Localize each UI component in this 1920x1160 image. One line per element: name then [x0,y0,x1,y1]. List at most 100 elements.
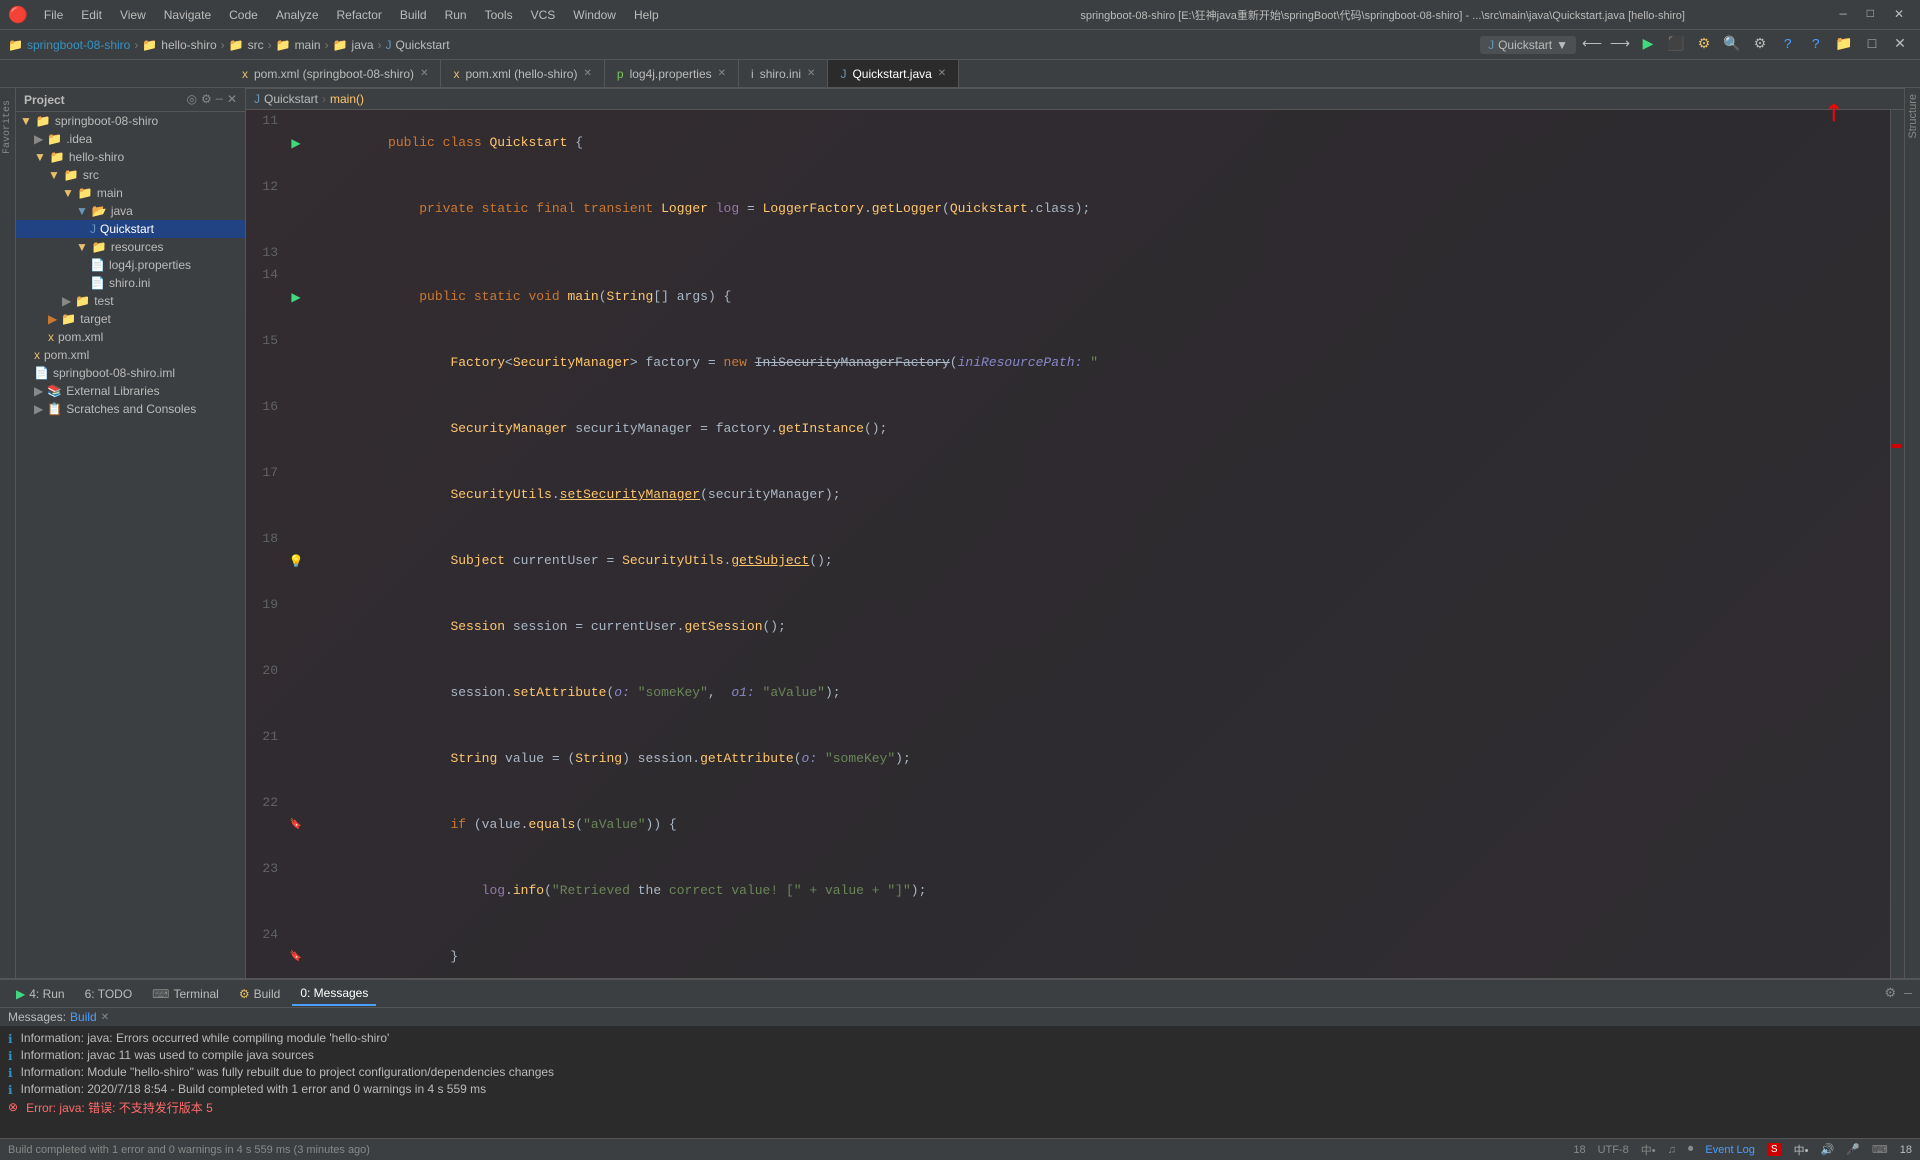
help2-button[interactable]: ? [1804,33,1828,57]
restore-button[interactable]: □ [1860,33,1884,57]
breadcrumb-quickstart[interactable]: Quickstart [264,92,318,106]
collapse-icon[interactable]: — [216,92,223,107]
close-sidebar-icon[interactable]: ✕ [227,92,237,107]
mic-icon[interactable]: ♫ [1668,1144,1676,1156]
tree-item-extlibs[interactable]: ▶ 📚 External Libraries [16,382,245,400]
menu-edit[interactable]: Edit [73,6,110,24]
tree-item-quickstart[interactable]: J Quickstart [16,220,245,238]
menu-window[interactable]: Window [565,6,624,24]
terminal-tab[interactable]: ⌨ Terminal [144,983,227,1005]
tree-item-java[interactable]: ▼ 📂 java [16,202,245,220]
input-mode-status[interactable]: 中• [1641,1142,1656,1158]
menu-tools[interactable]: Tools [477,6,521,24]
tree-item-resources[interactable]: ▼ 📁 resources [16,238,245,256]
tree-item-root[interactable]: ▼ 📁 springboot-08-shiro [16,112,245,130]
event-log-link[interactable]: Event Log [1705,1144,1755,1156]
tree-item-scratches[interactable]: ▶ 📋 Scratches and Consoles [16,400,245,418]
tab-close-icon4[interactable]: ✕ [807,68,815,79]
menu-code[interactable]: Code [221,6,266,24]
tab-close-icon3[interactable]: ✕ [718,68,726,79]
project-label[interactable]: springboot-08-shiro [27,38,130,52]
tab-pom-hello[interactable]: x pom.xml (hello-shiro) ✕ [441,60,604,87]
close-nav-button[interactable]: ✕ [1888,33,1912,57]
tab-label3: log4j.properties [630,67,712,81]
todo-tab[interactable]: 6: TODO [77,983,141,1005]
encoding-status[interactable]: UTF-8 [1598,1144,1629,1156]
stop-button[interactable]: ⬛ [1664,33,1688,57]
tree-item-idea[interactable]: ▶ 📁 .idea [16,130,245,148]
folder-main-icon: 📁 [78,186,93,200]
record-icon[interactable]: ⏺ [1688,1143,1694,1156]
run-arrow-11: ▶ [291,136,300,151]
tab-close-icon[interactable]: ✕ [420,68,428,79]
tab-pom-springboot[interactable]: x pom.xml (springboot-08-shiro) ✕ [230,60,441,87]
build-tab[interactable]: ⚙ Build [231,983,288,1005]
tree-item-test[interactable]: ▶ 📁 test [16,292,245,310]
run-button[interactable]: ▶ [1636,33,1660,57]
navigate-back-button[interactable]: ⟵ [1580,33,1604,57]
tree-item-target[interactable]: ▶ 📁 target [16,310,245,328]
code-content[interactable]: J Quickstart › main() 11 ▶ public class … [246,88,1904,978]
run-config-selector[interactable]: J Quickstart ▼ [1480,36,1576,54]
tree-item-iml[interactable]: 📄 springboot-08-shiro.iml [16,364,245,382]
menu-run[interactable]: Run [437,6,475,24]
tree-item-shiro-ini[interactable]: 📄 shiro.ini [16,274,245,292]
code-editor[interactable]: ↗ J Quickstart › main() 11 ▶ public clas… [246,88,1904,978]
tree-item-pom-root[interactable]: x pom.xml [16,346,245,364]
build-close[interactable]: ✕ [101,1012,109,1023]
find-button[interactable]: 🔍 [1720,33,1744,57]
settings-icon[interactable]: ⚙ [201,92,212,107]
locate-icon[interactable]: ◎ [186,92,196,107]
file-label[interactable]: Quickstart [396,38,450,52]
tree-item-pom-hello[interactable]: x pom.xml [16,328,245,346]
tree-item-log4j[interactable]: 📄 log4j.properties [16,256,245,274]
run-tab[interactable]: ▶ 4: Run [8,983,73,1005]
tree-label-idea: .idea [66,132,92,146]
maximize-button[interactable]: □ [1859,5,1882,24]
java-label[interactable]: java [352,38,374,52]
menu-view[interactable]: View [112,6,154,24]
tab-quickstart[interactable]: J Quickstart.java ✕ [828,60,959,87]
favorites-panel-button[interactable]: Favorites [0,96,15,158]
build-badge[interactable]: Build [70,1010,97,1024]
tab-close-icon2[interactable]: ✕ [583,68,591,79]
help-button[interactable]: ? [1776,33,1800,57]
navigate-forward-button[interactable]: ⟶ [1608,33,1632,57]
menu-analyze[interactable]: Analyze [268,6,327,24]
menu-file[interactable]: File [36,6,71,24]
messages-tab[interactable]: 0: Messages [292,982,376,1006]
tree-item-src[interactable]: ▼ 📁 src [16,166,245,184]
bottom-panel: ▶ 4: Run 6: TODO ⌨ Terminal ⚙ Build 0: M… [0,978,1920,1138]
menu-navigate[interactable]: Navigate [156,6,219,24]
tree-item-main[interactable]: ▼ 📁 main [16,184,245,202]
menu-help[interactable]: Help [626,6,667,24]
menu-refactor[interactable]: Refactor [329,6,390,24]
structure-panel[interactable]: Structure [1904,88,1920,978]
module-label[interactable]: hello-shiro [161,38,216,52]
tab-log4j[interactable]: p log4j.properties ✕ [605,60,739,87]
breadcrumb-method[interactable]: main() [330,92,364,106]
close-button[interactable]: ✕ [1886,5,1912,24]
folder-icon4: 📁 [276,38,291,52]
minimize-button[interactable]: — [1832,5,1855,24]
structure-panel-label[interactable]: Structure [1905,88,1920,145]
files-button[interactable]: 📁 [1832,33,1856,57]
minimize-bottom-icon[interactable]: — [1904,986,1912,1001]
settings-bottom-icon[interactable]: ⚙ [1885,986,1897,1001]
ime-indicator[interactable]: S [1767,1143,1782,1156]
folder-icon2: 📁 [142,38,157,52]
main-label[interactable]: main [295,38,321,52]
src-label[interactable]: src [248,38,264,52]
folder-hello-icon: 📁 [50,150,65,164]
menu-build[interactable]: Build [392,6,435,24]
tab-close-icon5[interactable]: ✕ [938,68,946,79]
line-number-status[interactable]: 18 [1573,1144,1585,1156]
settings-button[interactable]: ⚙ [1748,33,1772,57]
tab-shiro-ini[interactable]: i shiro.ini ✕ [739,60,828,87]
tab-xml-icon: x [242,67,248,81]
folder-java-icon: 📂 [92,204,107,218]
tree-item-hello-shiro[interactable]: ▼ 📁 hello-shiro [16,148,245,166]
menu-vcs[interactable]: VCS [523,6,564,24]
build-button[interactable]: ⚙ [1692,33,1716,57]
line-gutter-21 [286,726,306,792]
